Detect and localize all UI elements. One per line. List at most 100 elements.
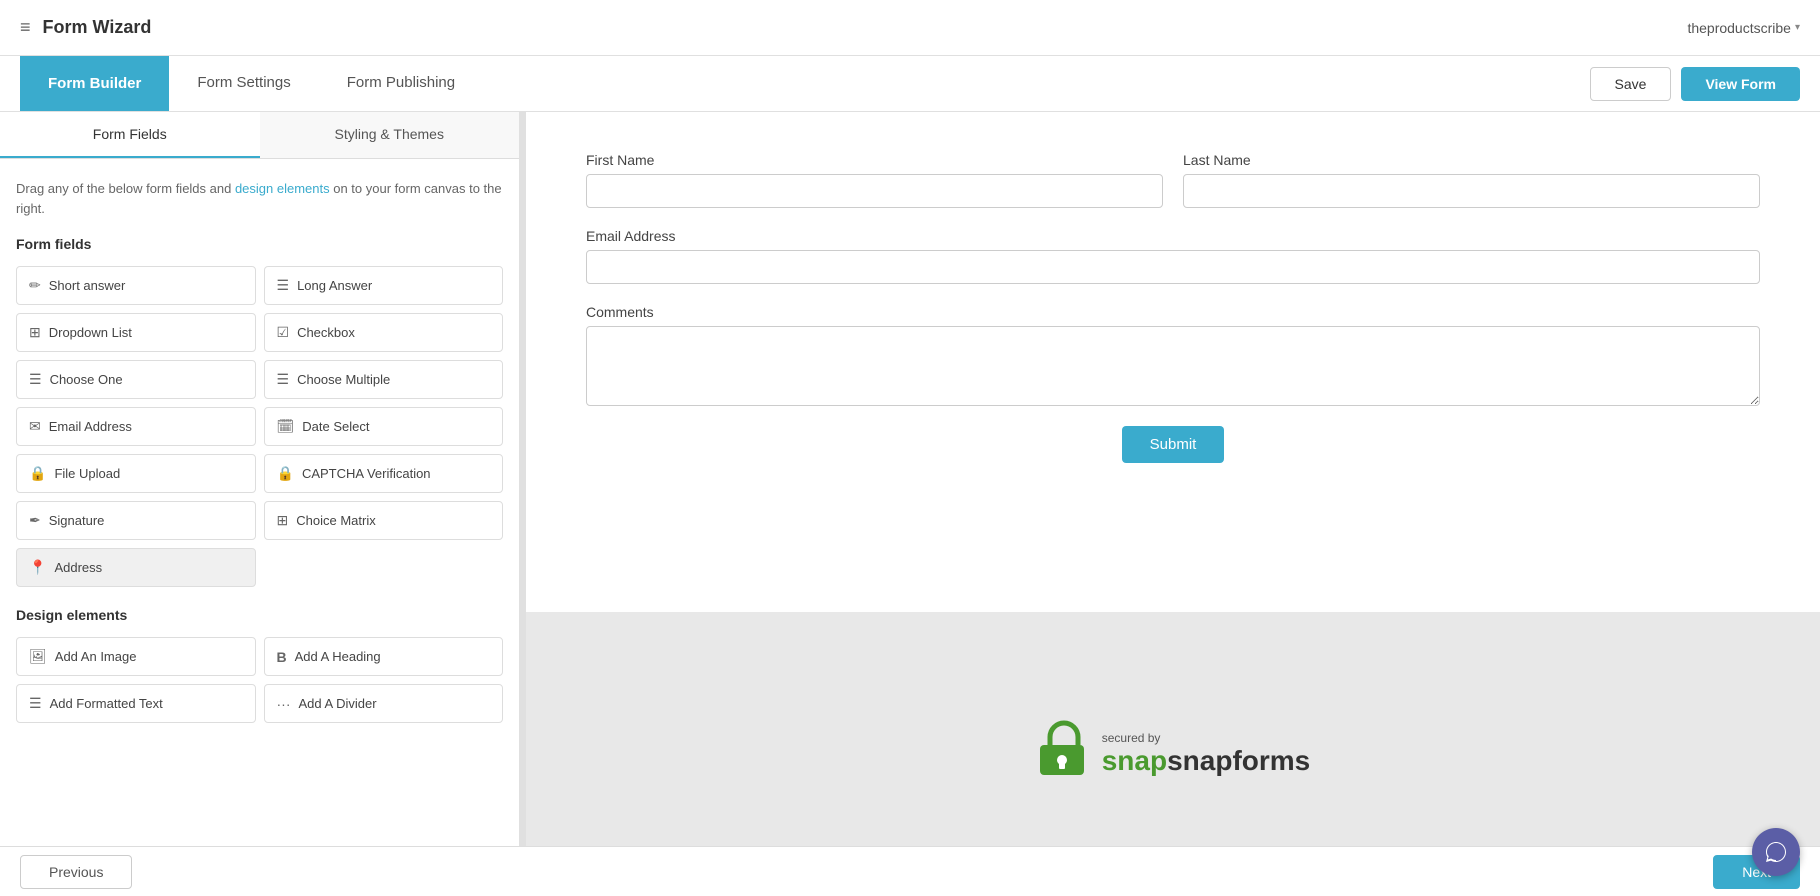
first-name-label: First Name <box>586 152 1163 168</box>
bottom-nav: Previous Next <box>0 846 1820 896</box>
field-short-answer[interactable]: ✏ Short answer <box>16 266 256 305</box>
hamburger-icon[interactable]: ≡ <box>20 17 31 38</box>
previous-button[interactable]: Previous <box>20 855 132 889</box>
user-menu[interactable]: theproductscribe ▾ <box>1687 20 1800 36</box>
app-title: Form Wizard <box>43 17 152 38</box>
lock-icon <box>1036 717 1088 792</box>
email-row: Email Address <box>586 228 1760 284</box>
chat-bubble[interactable] <box>1752 828 1800 876</box>
field-choose-multiple-label: Choose Multiple <box>297 372 390 387</box>
last-name-label: Last Name <box>1183 152 1760 168</box>
field-signature[interactable]: ✒ Signature <box>16 501 256 540</box>
field-choose-multiple[interactable]: ☰ Choose Multiple <box>264 360 504 399</box>
tab-styling-themes[interactable]: Styling & Themes <box>260 112 520 158</box>
field-captcha-label: CAPTCHA Verification <box>302 466 431 481</box>
username: theproductscribe <box>1687 20 1791 36</box>
email-address-icon: ✉ <box>29 418 41 435</box>
view-form-button[interactable]: View Form <box>1681 67 1800 101</box>
design-add-heading-label: Add A Heading <box>295 649 381 664</box>
design-elements-title: Design elements <box>16 607 503 623</box>
choice-matrix-icon: ⊞ <box>277 512 289 529</box>
snapforms-text: secured by snapsnapforms <box>1102 731 1311 777</box>
email-group: Email Address <box>586 228 1760 284</box>
field-choice-matrix[interactable]: ⊞ Choice Matrix <box>264 501 504 540</box>
captcha-icon: 🔒 <box>277 465 294 482</box>
comments-textarea[interactable] <box>586 326 1760 406</box>
field-dropdown-list-label: Dropdown List <box>49 325 132 340</box>
top-bar-left: ≡ Form Wizard <box>20 17 151 38</box>
choose-multiple-icon: ☰ <box>277 371 290 388</box>
checkbox-icon: ☑ <box>277 324 290 341</box>
add-heading-icon: B <box>277 649 287 665</box>
field-dropdown-list[interactable]: ⊞ Dropdown List <box>16 313 256 352</box>
form-canvas-area: First Name Last Name Email Address Comm <box>526 112 1820 896</box>
design-add-heading[interactable]: B Add A Heading <box>264 637 504 676</box>
submit-button[interactable]: Submit <box>1122 426 1225 463</box>
add-formatted-text-icon: ☰ <box>29 695 42 712</box>
field-choose-one-label: Choose One <box>50 372 123 387</box>
field-email-address-label: Email Address <box>49 419 132 434</box>
choose-one-icon: ☰ <box>29 371 42 388</box>
tab-form-fields[interactable]: Form Fields <box>0 112 260 158</box>
short-answer-icon: ✏ <box>29 277 41 294</box>
left-panel: Form Fields Styling & Themes Drag any of… <box>0 112 520 896</box>
design-add-image-label: Add An Image <box>55 649 137 664</box>
design-add-formatted-text[interactable]: ☰ Add Formatted Text <box>16 684 256 723</box>
field-file-upload-label: File Upload <box>54 466 120 481</box>
field-captcha[interactable]: 🔒 CAPTCHA Verification <box>264 454 504 493</box>
add-image-icon: 🖼 <box>29 648 47 665</box>
field-choose-one[interactable]: ☰ Choose One <box>16 360 256 399</box>
secured-by-label: secured by <box>1102 731 1311 745</box>
field-short-answer-label: Short answer <box>49 278 126 293</box>
design-add-formatted-text-label: Add Formatted Text <box>50 696 163 711</box>
field-address[interactable]: 📍 Address <box>16 548 256 587</box>
first-name-group: First Name <box>586 152 1163 208</box>
nav-tabs-right: Save View Form <box>1590 67 1800 101</box>
field-email-address[interactable]: ✉ Email Address <box>16 407 256 446</box>
field-checkbox-label: Checkbox <box>297 325 355 340</box>
field-long-answer[interactable]: ☰ Long Answer <box>264 266 504 305</box>
field-grid: ✏ Short answer ☰ Long Answer ⊞ Dropdown … <box>16 266 503 587</box>
last-name-input[interactable] <box>1183 174 1760 208</box>
field-file-upload[interactable]: 🔒 File Upload <box>16 454 256 493</box>
panel-tabs: Form Fields Styling & Themes <box>0 112 519 159</box>
panel-description: Drag any of the below form fields and de… <box>16 179 503 218</box>
save-button[interactable]: Save <box>1590 67 1672 101</box>
tab-form-builder[interactable]: Form Builder <box>20 56 169 111</box>
field-date-select[interactable]: 🗓 Date Select <box>264 407 504 446</box>
email-label: Email Address <box>586 228 1760 244</box>
field-date-select-label: Date Select <box>302 419 369 434</box>
name-row: First Name Last Name <box>586 152 1760 208</box>
panel-content: Drag any of the below form fields and de… <box>0 159 519 763</box>
comments-row: Comments <box>586 304 1760 406</box>
design-add-divider[interactable]: ··· Add A Divider <box>264 684 504 723</box>
form-canvas: First Name Last Name Email Address Comm <box>526 112 1820 612</box>
comments-group: Comments <box>586 304 1760 406</box>
field-checkbox[interactable]: ☑ Checkbox <box>264 313 504 352</box>
field-address-label: Address <box>54 560 102 575</box>
long-answer-icon: ☰ <box>277 277 290 294</box>
add-divider-icon: ··· <box>277 696 291 712</box>
field-long-answer-label: Long Answer <box>297 278 372 293</box>
design-add-image[interactable]: 🖼 Add An Image <box>16 637 256 676</box>
design-add-divider-label: Add A Divider <box>299 696 377 711</box>
nav-tabs-center: Form Builder Form Settings Form Publishi… <box>20 56 483 111</box>
file-upload-icon: 🔒 <box>29 465 46 482</box>
field-signature-label: Signature <box>49 513 105 528</box>
dropdown-list-icon: ⊞ <box>29 324 41 341</box>
address-icon: 📍 <box>29 559 46 576</box>
snapforms-brand: snapsnapforms <box>1102 745 1311 777</box>
comments-label: Comments <box>586 304 1760 320</box>
last-name-group: Last Name <box>1183 152 1760 208</box>
design-elements-grid: 🖼 Add An Image B Add A Heading ☰ Add For… <box>16 637 503 723</box>
first-name-input[interactable] <box>586 174 1163 208</box>
form-fields-title: Form fields <box>16 236 503 252</box>
field-choice-matrix-label: Choice Matrix <box>296 513 375 528</box>
tab-form-publishing[interactable]: Form Publishing <box>319 56 483 111</box>
tab-form-settings[interactable]: Form Settings <box>169 56 318 111</box>
email-input[interactable] <box>586 250 1760 284</box>
user-dropdown-arrow: ▾ <box>1795 22 1800 33</box>
nav-tabs: Form Builder Form Settings Form Publishi… <box>0 56 1820 112</box>
date-select-icon: 🗓 <box>277 418 295 435</box>
top-bar: ≡ Form Wizard theproductscribe ▾ <box>0 0 1820 56</box>
